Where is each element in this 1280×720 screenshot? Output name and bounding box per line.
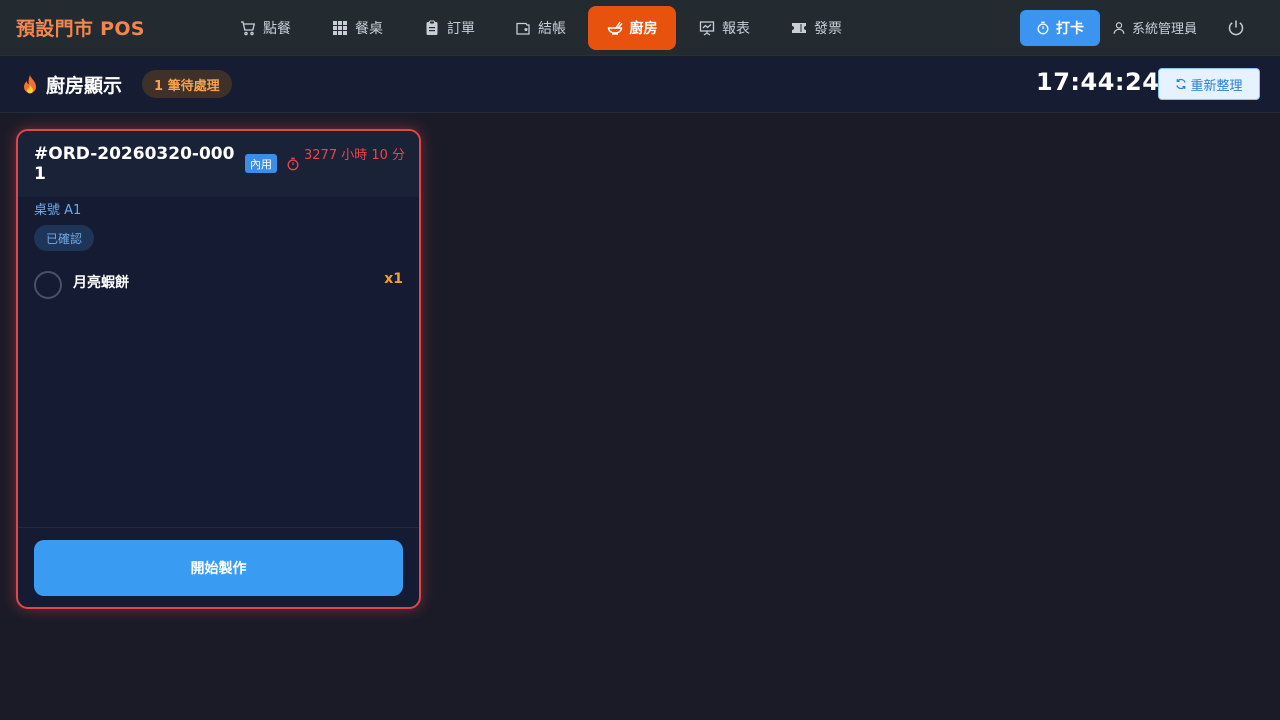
order-status-badge: 已確認 (34, 225, 95, 251)
nav-item-invoices[interactable]: 發票 (779, 6, 854, 50)
refresh-icon (1175, 78, 1187, 90)
dine-type-tag: 內用 (245, 154, 277, 173)
app-brand[interactable]: 預設門市 POS (16, 14, 145, 41)
nav-label-checkout: 結帳 (538, 21, 566, 37)
bowl-icon (607, 20, 623, 36)
nav-item-kitchen[interactable]: 廚房 (588, 6, 676, 50)
clock: 17:44:24 (1036, 68, 1160, 96)
user-icon (1112, 21, 1126, 35)
cart-icon (240, 20, 256, 36)
timer-icon (286, 156, 300, 171)
user-name: 系統管理員 (1132, 22, 1198, 37)
nav-label-orders: 訂單 (447, 21, 475, 37)
order-card: #ORD-20260320-0001 內用 3277 小時 10 分 桌號 A1… (16, 129, 421, 609)
user-menu[interactable]: 系統管理員 (1112, 18, 1197, 37)
nav-item-checkout[interactable]: 結帳 (503, 6, 578, 50)
nav-item-orders[interactable]: 訂單 (412, 6, 487, 50)
nav-label-tables: 餐桌 (355, 21, 383, 37)
wallet-icon (515, 20, 531, 36)
top-navigation-bar: 預設門市 POS 點餐 餐桌 訂單 結帳 廚房 報表 發票 打卡 系統管理員 (0, 0, 1280, 56)
stopwatch-icon (1036, 21, 1050, 35)
nav-label-invoices: 發票 (814, 21, 842, 37)
pending-count-badge: 1 筆待處理 (142, 70, 232, 98)
order-number: #ORD-20260320-0001 (34, 144, 235, 184)
page-title: 廚房顯示 (20, 71, 122, 98)
table-number: 桌號 A1 (34, 203, 82, 218)
refresh-button[interactable]: 重新整理 (1158, 68, 1260, 100)
nav-label-kitchen: 廚房 (629, 21, 658, 37)
presentation-icon (699, 20, 715, 36)
item-quantity: x1 (384, 271, 403, 287)
fire-icon (20, 74, 40, 96)
refresh-label: 重新整理 (1190, 78, 1243, 94)
nav-label-reports: 報表 (722, 21, 750, 37)
page-title-text: 廚房顯示 (46, 75, 123, 97)
elapsed-time: 3277 小時 10 分 (304, 148, 406, 163)
item-name: 月亮蝦餅 (73, 275, 129, 291)
nav-label-order: 點餐 (263, 21, 291, 37)
clipboard-icon (424, 20, 440, 36)
item-done-checkbox[interactable] (34, 271, 62, 299)
nav-item-tables[interactable]: 餐桌 (320, 6, 395, 50)
order-card-header: #ORD-20260320-0001 內用 3277 小時 10 分 (18, 131, 419, 197)
punch-clock-button[interactable]: 打卡 (1020, 10, 1100, 46)
list-item: 月亮蝦餅 x1 (34, 271, 403, 301)
punch-clock-label: 打卡 (1056, 21, 1084, 37)
order-card-footer: 開始製作 (18, 527, 419, 607)
power-icon[interactable] (1226, 18, 1246, 38)
ticket-icon (791, 20, 807, 36)
grid-icon (332, 20, 348, 36)
start-cooking-button[interactable]: 開始製作 (34, 540, 403, 596)
nav-item-reports[interactable]: 報表 (687, 6, 762, 50)
kitchen-header: 廚房顯示 1 筆待處理 17:44:24 重新整理 (0, 57, 1280, 113)
nav-item-order[interactable]: 點餐 (228, 6, 303, 50)
